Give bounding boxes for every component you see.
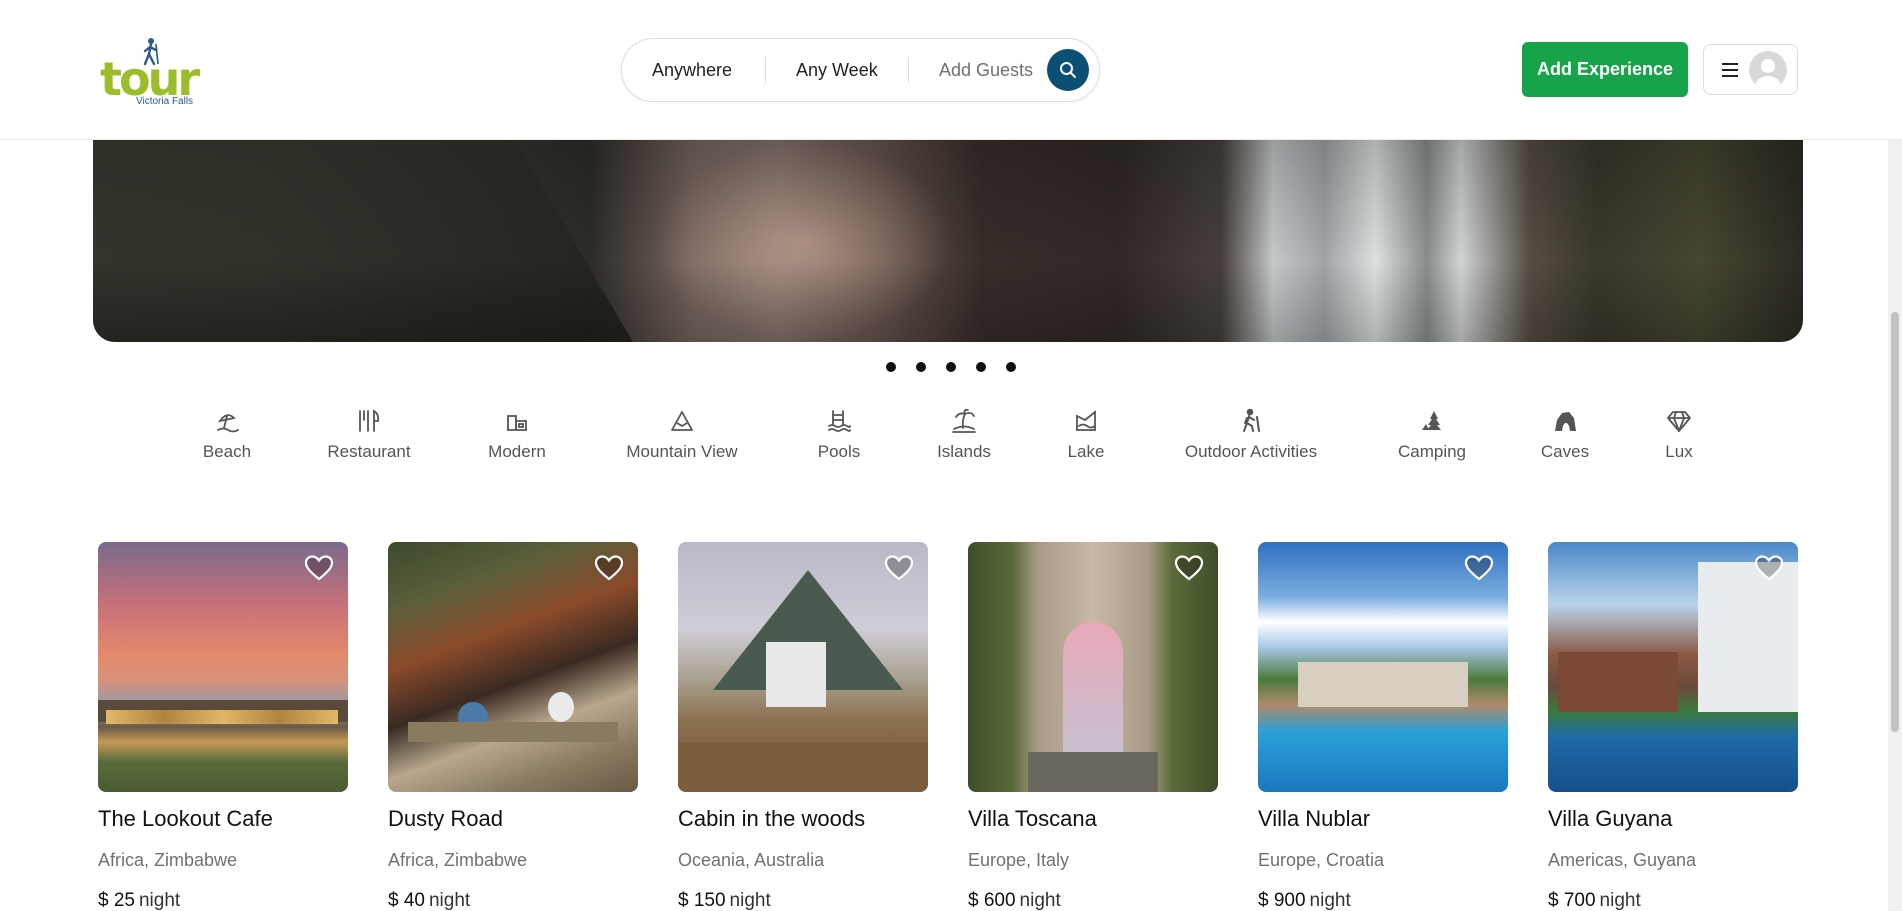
listing-title[interactable]: Villa Nublar [1258, 806, 1370, 832]
category-modern[interactable]: Modern [484, 408, 550, 472]
carousel-dot[interactable] [1006, 362, 1016, 372]
carousel-dot[interactable] [976, 362, 986, 372]
restaurant-icon [359, 409, 380, 432]
add-experience-button[interactable]: Add Experience [1522, 42, 1688, 97]
hamburger-icon [1722, 63, 1738, 77]
listing-price: $ 900 night [1258, 890, 1351, 911]
listing-location: Oceania, Australia [678, 850, 825, 870]
search-bar[interactable]: Anywhere Any Week Add Guests [621, 38, 1100, 102]
camping-icon [1422, 411, 1441, 430]
category-camping[interactable]: Camping [1396, 408, 1468, 472]
heart-icon[interactable] [1464, 554, 1494, 582]
carousel-dots [876, 362, 1016, 374]
lake-icon [1076, 410, 1096, 431]
heart-icon[interactable] [1174, 554, 1204, 582]
mountain-view-icon [671, 411, 693, 431]
listing-card[interactable]: The Lookout Cafe Africa, Zimbabwe $ 25 ni… [98, 542, 348, 911]
user-menu-button[interactable] [1703, 44, 1798, 95]
diamond-icon [1667, 411, 1691, 432]
logo-subtitle: Victoria Falls [136, 96, 194, 107]
listing-location: Europe, Italy [968, 850, 1070, 870]
beach-icon [217, 414, 239, 433]
listing-title[interactable]: Dusty Road [388, 806, 503, 832]
search-divider [765, 57, 766, 83]
search-button[interactable] [1047, 49, 1089, 91]
hero-carousel-image[interactable] [93, 140, 1803, 342]
category-pools[interactable]: Pools [814, 408, 864, 472]
scrollbar-thumb[interactable] [1891, 312, 1899, 732]
listing-title[interactable]: The Lookout Cafe [98, 806, 273, 832]
listing-price: $ 600 night [968, 890, 1061, 911]
search-divider [908, 57, 909, 83]
heart-icon[interactable] [884, 554, 914, 582]
listing-card[interactable]: Dusty Road Africa, Zimbabwe $ 40 night [388, 542, 638, 911]
listing-price: $ 700 night [1548, 890, 1641, 911]
site-logo[interactable]: tour Victoria Falls [100, 36, 200, 108]
category-outdoor-activities[interactable]: Outdoor Activities [1178, 408, 1324, 472]
caves-icon [1555, 412, 1576, 431]
search-location[interactable]: Anywhere [652, 39, 732, 101]
listing-card[interactable]: Cabin in the woods Oceania, Australia $ … [678, 542, 928, 911]
search-icon [1060, 62, 1076, 78]
search-week[interactable]: Any Week [796, 39, 878, 101]
modern-icon [507, 415, 527, 431]
listing-title[interactable]: Cabin in the woods [678, 806, 865, 832]
pools-icon [828, 410, 851, 432]
category-lake[interactable]: Lake [1066, 408, 1106, 472]
islands-icon [952, 408, 976, 433]
listing-price: $ 40 night [388, 890, 471, 911]
listing-location: Europe, Croatia [1258, 850, 1385, 870]
avatar [1749, 51, 1787, 89]
carousel-dot[interactable] [886, 362, 896, 372]
category-restaurant[interactable]: Restaurant [321, 408, 417, 472]
listing-card[interactable]: Villa Guyana Americas, Guyana $ 700 night [1548, 542, 1798, 911]
category-mountain-view[interactable]: Mountain View [620, 408, 744, 472]
listing-location: Africa, Zimbabwe [98, 850, 238, 870]
listing-card[interactable]: Villa Nublar Europe, Croatia $ 900 night [1258, 542, 1508, 911]
heart-icon[interactable] [304, 554, 334, 582]
heart-icon[interactable] [594, 554, 624, 582]
listing-title[interactable]: Villa Toscana [968, 806, 1097, 832]
hiking-icon [1243, 408, 1260, 432]
top-navbar: tour Victoria Falls Anywhere Any Week Ad… [0, 0, 1902, 140]
listing-price: $ 25 night [98, 890, 181, 911]
category-lux[interactable]: Lux [1662, 408, 1696, 472]
search-guests[interactable]: Add Guests [939, 39, 1033, 101]
carousel-dot[interactable] [946, 362, 956, 372]
listing-location: Americas, Guyana [1548, 850, 1697, 870]
category-caves[interactable]: Caves [1538, 408, 1592, 472]
listing-price: $ 150 night [678, 890, 771, 911]
carousel-dot[interactable] [916, 362, 926, 372]
heart-icon[interactable] [1754, 554, 1784, 582]
listing-title[interactable]: Villa Guyana [1548, 806, 1672, 832]
category-beach[interactable]: Beach [193, 408, 261, 472]
category-islands[interactable]: Islands [934, 408, 994, 472]
listing-location: Africa, Zimbabwe [388, 850, 528, 870]
listing-card[interactable]: Villa Toscana Europe, Italy $ 600 night [968, 542, 1218, 911]
